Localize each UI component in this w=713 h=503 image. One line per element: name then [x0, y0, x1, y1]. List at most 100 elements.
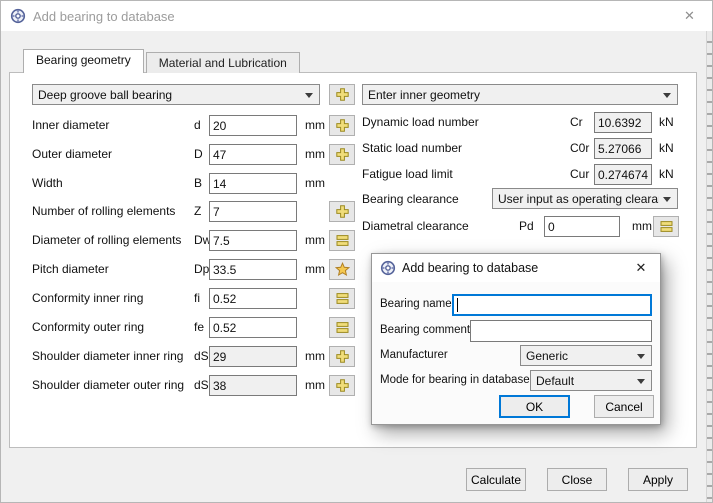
field-label: Diametral clearance [362, 219, 469, 233]
dialog-title: Add bearing to database [402, 261, 538, 275]
field-label: Bearing clearance [362, 192, 459, 206]
field-symbol: fe [194, 320, 204, 334]
geometry-mode-dropdown[interactable]: Enter inner geometry [362, 84, 678, 105]
field-label: Width [32, 176, 63, 190]
equals-icon [659, 219, 674, 234]
field-unit: kN [659, 115, 674, 129]
row-shoulder-inner: Shoulder diameter inner ring dSi mm [32, 346, 372, 367]
inner-diameter-input[interactable] [209, 115, 297, 136]
field-label: Shoulder diameter inner ring [32, 349, 183, 363]
field-label: Number of rolling elements [32, 204, 175, 218]
bearing-type-dropdown[interactable]: Deep groove ball bearing [32, 84, 320, 105]
width-input[interactable] [209, 173, 297, 194]
bearing-clearance-value: User input as operating clearance [498, 192, 659, 206]
database-mode-value: Default [536, 374, 574, 388]
plus-button[interactable] [329, 375, 355, 396]
row-bearing-name: Bearing name [380, 294, 654, 316]
field-symbol: C0r [570, 141, 589, 155]
field-label: Diameter of rolling elements [32, 233, 181, 247]
equals-button[interactable] [329, 230, 355, 251]
row-inner-diameter: Inner diameter d mm [32, 115, 372, 136]
tab-material-lubrication[interactable]: Material and Lubrication [146, 52, 300, 73]
rolling-element-diameter-input[interactable] [209, 230, 297, 251]
field-symbol: D [194, 147, 203, 161]
equals-icon [335, 320, 350, 335]
field-symbol: Cur [570, 167, 589, 181]
pitch-diameter-input[interactable] [209, 259, 297, 280]
row-width: Width B mm [32, 173, 372, 194]
field-label: Manufacturer [380, 349, 448, 361]
apply-button[interactable]: Apply [628, 468, 688, 491]
chevron-down-icon [637, 379, 645, 384]
star-icon [335, 262, 350, 277]
field-symbol: Z [194, 204, 201, 218]
field-unit: mm [305, 378, 325, 392]
plus-button[interactable] [329, 346, 355, 367]
static-load-input[interactable] [594, 138, 652, 159]
screen-right-edge [706, 31, 712, 503]
geometry-mode-value: Enter inner geometry [368, 88, 480, 102]
tab-bearing-geometry[interactable]: Bearing geometry [23, 49, 144, 73]
bearing-type-plus-button[interactable] [329, 84, 355, 105]
field-label: Mode for bearing in database [380, 374, 530, 386]
tab-bar: Bearing geometry Material and Lubricatio… [23, 50, 300, 73]
conformity-inner-input[interactable] [209, 288, 297, 309]
row-static-load: Static load number C0r kN [362, 138, 692, 159]
row-database-mode: Mode for bearing in database Default [380, 370, 654, 392]
field-unit: mm [305, 176, 325, 190]
field-unit: mm [305, 147, 325, 161]
bearing-clearance-dropdown[interactable]: User input as operating clearance [492, 188, 678, 209]
plus-button[interactable] [329, 201, 355, 222]
fatigue-load-input[interactable] [594, 164, 652, 185]
field-unit: kN [659, 167, 674, 181]
dynamic-load-input[interactable] [594, 112, 652, 133]
field-label: Shoulder diameter outer ring [32, 378, 184, 392]
manufacturer-value: Generic [526, 349, 568, 363]
bearing-name-input[interactable] [452, 294, 652, 316]
chevron-down-icon [637, 354, 645, 359]
plus-icon [335, 118, 350, 133]
field-symbol: Pd [519, 219, 534, 233]
outer-diameter-input[interactable] [209, 144, 297, 165]
bearing-comment-input[interactable] [470, 320, 652, 342]
row-fatigue-load: Fatigue load limit Cur kN [362, 164, 692, 185]
dialog-titlebar: Add bearing to database ✕ [372, 254, 660, 282]
chevron-down-icon [663, 93, 671, 98]
ok-button[interactable]: OK [499, 395, 570, 418]
equals-button[interactable] [653, 216, 679, 237]
calculate-button[interactable]: Calculate [466, 468, 526, 491]
conformity-outer-input[interactable] [209, 317, 297, 338]
row-pitch-diameter: Pitch diameter Dpw mm [32, 259, 372, 280]
plus-icon [335, 349, 350, 364]
close-button[interactable]: Close [547, 468, 607, 491]
rolling-element-count-input[interactable] [209, 201, 297, 222]
field-label: Dynamic load number [362, 115, 479, 129]
field-unit: mm [305, 262, 325, 276]
plus-button[interactable] [329, 115, 355, 136]
field-label: Inner diameter [32, 118, 109, 132]
window-close-button[interactable]: ✕ [667, 1, 712, 31]
cancel-button[interactable]: Cancel [594, 395, 654, 418]
star-button[interactable] [329, 259, 355, 280]
database-mode-dropdown[interactable]: Default [530, 370, 652, 391]
field-symbol: Cr [570, 115, 583, 129]
field-label: Outer diameter [32, 147, 112, 161]
row-manufacturer: Manufacturer Generic [380, 345, 654, 367]
text-caret [457, 298, 458, 312]
chevron-down-icon [305, 93, 313, 98]
row-shoulder-outer: Shoulder diameter outer ring dSe mm [32, 375, 372, 396]
equals-icon [335, 233, 350, 248]
row-conformity-inner: Conformity inner ring fi [32, 288, 372, 309]
shoulder-inner-input[interactable] [209, 346, 297, 367]
shoulder-outer-input[interactable] [209, 375, 297, 396]
plus-button[interactable] [329, 144, 355, 165]
field-label: Static load number [362, 141, 462, 155]
equals-button[interactable] [329, 317, 355, 338]
dialog-close-button[interactable]: ✕ [622, 254, 660, 282]
manufacturer-dropdown[interactable]: Generic [520, 345, 652, 366]
diametral-clearance-input[interactable] [544, 216, 620, 237]
row-dynamic-load: Dynamic load number Cr kN [362, 112, 692, 133]
window-titlebar: Add bearing to database ✕ [1, 1, 712, 31]
row-conformity-outer: Conformity outer ring fe [32, 317, 372, 338]
equals-button[interactable] [329, 288, 355, 309]
